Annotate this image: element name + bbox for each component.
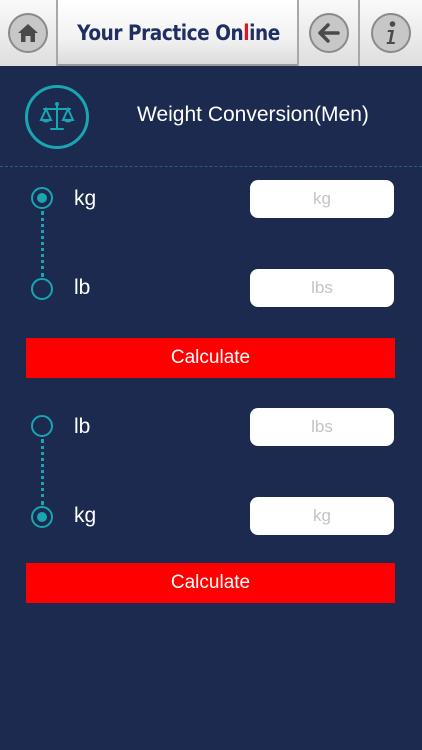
logo-text-post: ine bbox=[249, 21, 280, 45]
unit-label-kg: kg bbox=[74, 504, 97, 527]
back-arrow-icon bbox=[308, 13, 349, 53]
page-title: Weight Conversion(Men) bbox=[137, 103, 369, 126]
calculate-button[interactable]: Calculate bbox=[26, 563, 395, 603]
radio-lb[interactable] bbox=[31, 278, 53, 300]
app-logo: Your Practice On l ine bbox=[74, 0, 283, 66]
kg-input[interactable] bbox=[250, 180, 394, 218]
radio-kg[interactable] bbox=[31, 506, 53, 528]
lbs-input[interactable] bbox=[250, 269, 394, 307]
radio-lb[interactable] bbox=[31, 415, 53, 437]
radio-connector bbox=[41, 211, 44, 277]
radio-connector bbox=[41, 439, 44, 505]
kg-input[interactable] bbox=[250, 497, 394, 535]
calculate-button[interactable]: Calculate bbox=[26, 338, 395, 378]
top-bar: Your Practice On l ine bbox=[0, 0, 422, 66]
scale-icon bbox=[25, 85, 89, 149]
unit-label-lb: lb bbox=[74, 415, 91, 438]
info-button[interactable] bbox=[360, 0, 422, 66]
info-icon bbox=[371, 13, 411, 53]
logo-text-pre: Your Practice On bbox=[77, 21, 244, 45]
home-button[interactable] bbox=[0, 0, 58, 66]
home-icon bbox=[8, 13, 48, 53]
radio-kg[interactable] bbox=[31, 187, 53, 209]
back-button[interactable] bbox=[297, 0, 360, 66]
page-header: Weight Conversion(Men) bbox=[0, 68, 422, 167]
lbs-input[interactable] bbox=[250, 408, 394, 446]
unit-label-kg: kg bbox=[74, 187, 97, 210]
unit-label-lb: lb bbox=[74, 276, 91, 299]
